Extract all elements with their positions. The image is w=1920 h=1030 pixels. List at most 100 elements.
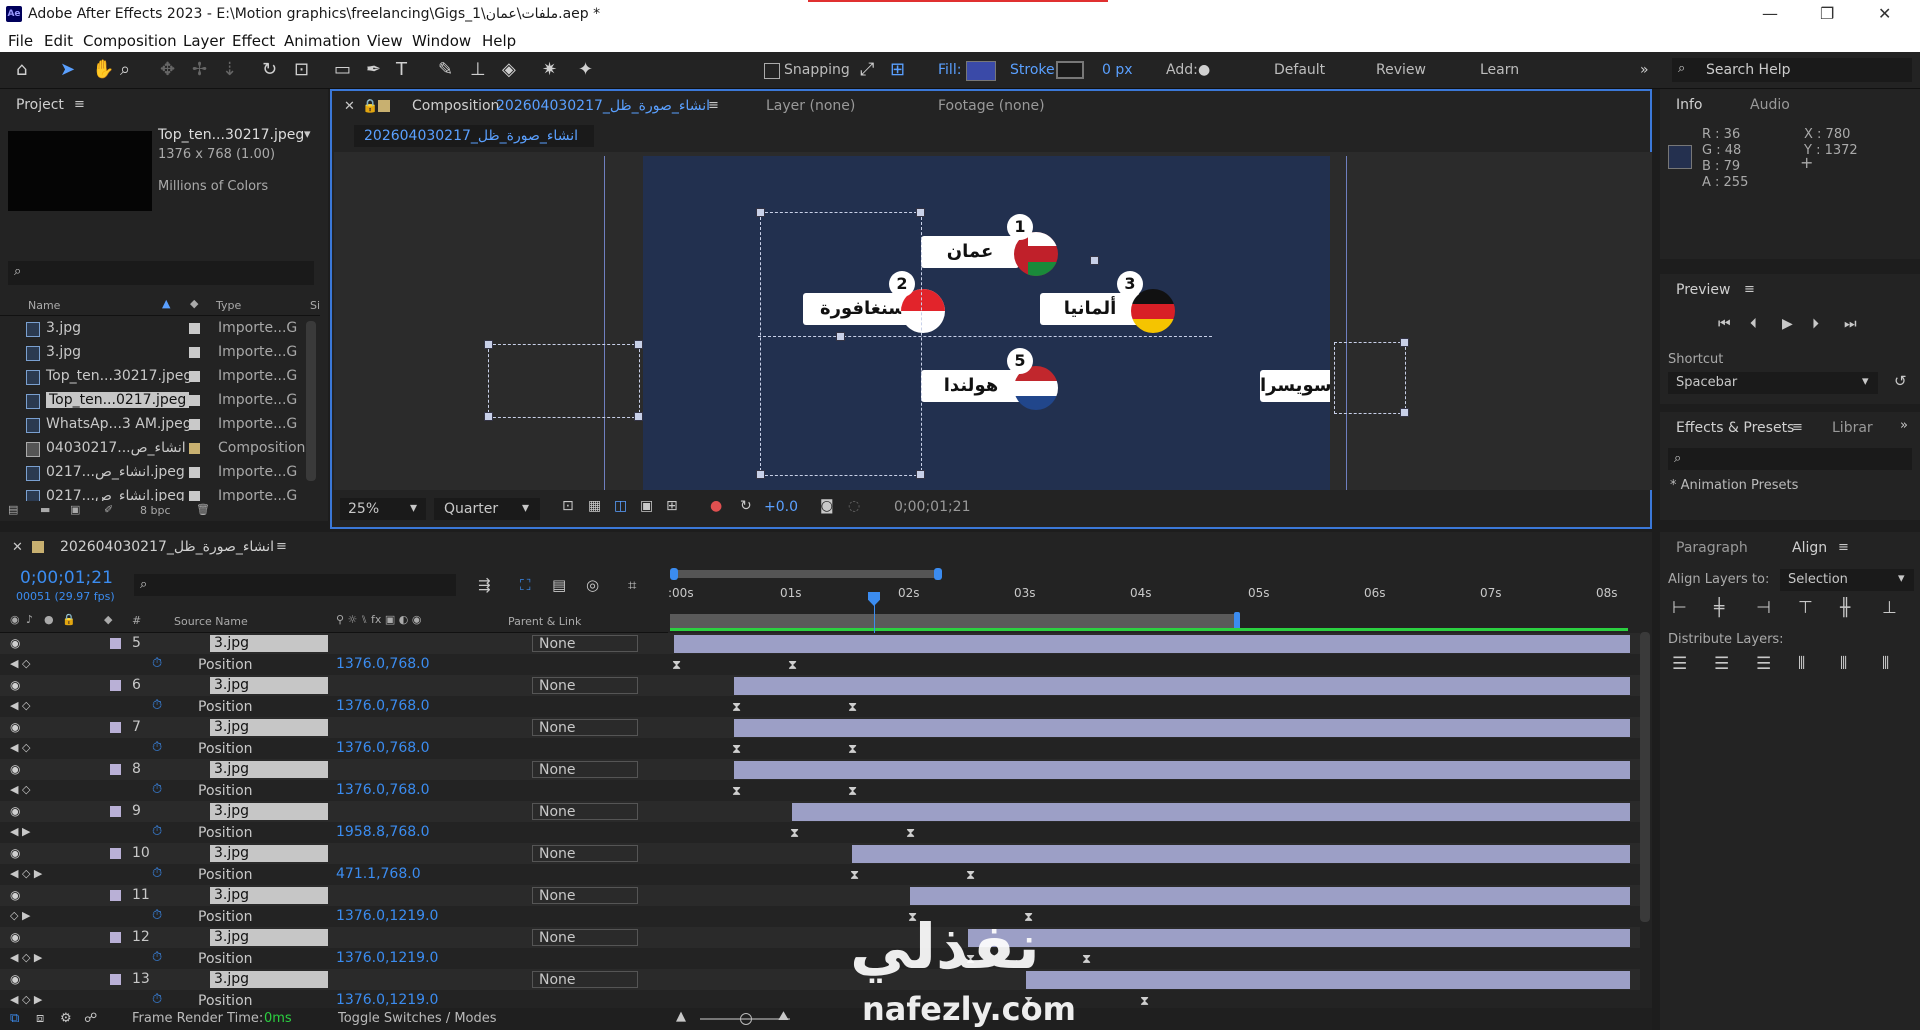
label-swatch[interactable] (189, 395, 200, 406)
label-swatch[interactable] (189, 371, 200, 382)
layer-duration-bar[interactable] (674, 635, 1630, 653)
align-left-icon[interactable]: ⊢ (1672, 598, 1687, 618)
anchor-point-handle[interactable] (836, 332, 845, 341)
interpret-footage-icon[interactable]: ▤ (8, 503, 18, 516)
stopwatch-icon[interactable]: ⏱ (152, 698, 162, 713)
col-size[interactable]: Si (310, 299, 320, 312)
panel-menu-icon[interactable]: ≡ (74, 97, 85, 112)
table-row[interactable]: ◉ 11 3.jpg None (0, 885, 1640, 906)
maximize-button[interactable]: ❐ (1820, 4, 1834, 23)
eye-icon[interactable]: ◉ (10, 846, 20, 860)
label-swatch[interactable] (110, 932, 121, 943)
table-row[interactable]: ◉ 13 3.jpg None (0, 969, 1640, 990)
transform-handle[interactable] (916, 470, 925, 479)
transform-handle[interactable] (634, 412, 643, 421)
keyframe-nav-icon[interactable]: ◇ ▶ (10, 909, 30, 922)
timeline-scrollbar[interactable] (1640, 632, 1650, 922)
keyframe-icon[interactable]: ⧗ (1140, 994, 1149, 1009)
effects-presets-title[interactable]: Effects & Presets (1676, 420, 1794, 436)
modes-toggle-icon[interactable]: ⧈ (36, 1011, 44, 1026)
composition-tab-label[interactable]: Composition (412, 98, 499, 114)
zoom-tool-icon[interactable]: ⌕ (120, 59, 130, 80)
label-tag-icon[interactable]: ◆ (190, 297, 198, 310)
timeline-search-input[interactable]: ⌕ (134, 574, 456, 596)
shortcut-dropdown[interactable]: Spacebar ▾ (1668, 372, 1878, 394)
transform-handle[interactable] (1400, 408, 1409, 417)
layer-name[interactable]: 3.jpg (210, 929, 328, 946)
workspace-review[interactable]: Review (1376, 62, 1426, 78)
close-button[interactable]: ✕ (1878, 4, 1891, 23)
transparency-grid-icon[interactable]: ▦ (588, 498, 601, 514)
table-row[interactable]: ◉ 12 3.jpg None (0, 927, 1640, 948)
exposure-value[interactable]: +0.0 (764, 499, 798, 515)
guide-line-left[interactable] (604, 156, 605, 490)
layer-duration-bar[interactable] (734, 677, 1630, 695)
align-tab[interactable]: Align (1792, 540, 1827, 556)
layer-duration-bar[interactable] (910, 887, 1630, 905)
parent-dropdown[interactable]: None (532, 929, 638, 946)
keyframe-nav-icon[interactable]: ◀ ◇ ▶ (10, 993, 42, 1006)
table-row[interactable]: ◀ ◇ ▶ ⏱ Position 471.1,768.0 ⧗ ⧗ (0, 864, 1640, 885)
keyframe-icon[interactable]: ⧗ (850, 868, 859, 883)
draft-3d-icon[interactable]: ⛶ (520, 576, 531, 594)
home-icon[interactable]: ⌂ (16, 59, 27, 80)
zoom-out-icon[interactable]: ▲ (676, 1009, 686, 1024)
animation-presets-item[interactable]: * Animation Presets (1670, 478, 1798, 493)
list-item[interactable]: 0217...انشاء_ص.jpeg Importe...G (0, 461, 320, 484)
label-tag-icon[interactable]: ◆ (104, 613, 112, 626)
motion-blur-icon[interactable]: ⚙ (60, 1011, 72, 1026)
puppet-tool-icon[interactable]: ✦ (578, 59, 593, 80)
folder-icon[interactable]: ▬ (40, 503, 50, 516)
keyframe-icon[interactable]: ⧗ (966, 868, 975, 883)
keyframe-icon[interactable]: ⧗ (732, 742, 741, 757)
orbit-tool-icon[interactable]: ✥ (160, 59, 175, 80)
keyframe-nav-icon[interactable]: ◀ ◇ ▶ (10, 951, 42, 964)
label-swatch[interactable] (189, 467, 200, 478)
graph-editor-icon[interactable]: ⌗ (628, 576, 636, 594)
col-name[interactable]: Name (28, 299, 60, 312)
panel-menu-icon[interactable]: ≡ (1792, 420, 1803, 435)
region-of-interest-icon[interactable]: ▣ (640, 498, 653, 514)
keyframe-icon[interactable]: ⧗ (848, 784, 857, 799)
label-swatch[interactable] (110, 680, 121, 691)
transform-handle[interactable] (634, 340, 643, 349)
navigator-start-handle[interactable] (670, 568, 678, 580)
stopwatch-icon[interactable]: ⏱ (152, 908, 162, 923)
lock-icon[interactable]: 🔒 (362, 99, 378, 114)
parent-dropdown[interactable]: None (532, 761, 638, 778)
menu-composition[interactable]: Composition (83, 32, 177, 50)
preview-title[interactable]: Preview (1676, 282, 1731, 298)
brush-icon[interactable]: ✐ (104, 503, 113, 516)
list-item[interactable]: Top_ten...30217.jpeg Importe...G (0, 365, 320, 388)
keyframe-icon[interactable]: ⧗ (1082, 952, 1091, 967)
layer-duration-bar[interactable] (968, 929, 1630, 947)
grid-guides-icon[interactable]: ⊞ (666, 498, 678, 514)
position-value[interactable]: 1958.8,768.0 (336, 824, 430, 840)
eye-icon[interactable]: ◉ (10, 888, 20, 902)
position-value[interactable]: 1376.0,1219.0 (336, 950, 438, 966)
viewer-timecode[interactable]: 0;00;01;21 (894, 499, 971, 515)
hide-shy-layers-icon[interactable]: ▤ (552, 576, 566, 594)
layer-name[interactable]: 3.jpg (210, 971, 328, 988)
pan-tool-icon[interactable]: ✢ (192, 59, 207, 80)
menu-edit[interactable]: Edit (44, 32, 73, 50)
lock-icon[interactable]: 🔒 (62, 613, 76, 626)
label-swatch[interactable] (110, 848, 121, 859)
play-icon[interactable]: ▶ (1782, 316, 1793, 332)
fill-swatch[interactable] (966, 61, 996, 81)
distribute-top-icon[interactable]: ☰ (1672, 654, 1687, 674)
table-row[interactable]: ◇ ▶ ⏱ Position 1376.0,1219.0 ⧗ ⧗ (0, 906, 1640, 927)
search-help-box[interactable]: ⌕ Search Help (1672, 58, 1912, 82)
label-swatch[interactable] (189, 491, 200, 501)
transform-handle[interactable] (756, 208, 765, 217)
distribute-left-icon[interactable]: ⫴ (1798, 654, 1805, 674)
menu-view[interactable]: View (367, 32, 403, 50)
distribute-h-center-icon[interactable]: ⫴ (1840, 654, 1847, 674)
color-channels-icon[interactable]: ● (710, 498, 722, 514)
last-frame-icon[interactable]: ⏭ (1844, 316, 1857, 332)
parent-dropdown[interactable]: None (532, 803, 638, 820)
rotate-tool-icon[interactable]: ↻ (262, 59, 277, 80)
pen-tool-icon[interactable]: ✒ (366, 59, 381, 80)
table-row[interactable]: ◀ ◇ ⏱ Position 1376.0,768.0 ⧗ ⧗ (0, 738, 1640, 759)
switches-icons[interactable]: ⚲ ☼ ⑊ fx ▣ ◐ ◉ (336, 613, 421, 626)
